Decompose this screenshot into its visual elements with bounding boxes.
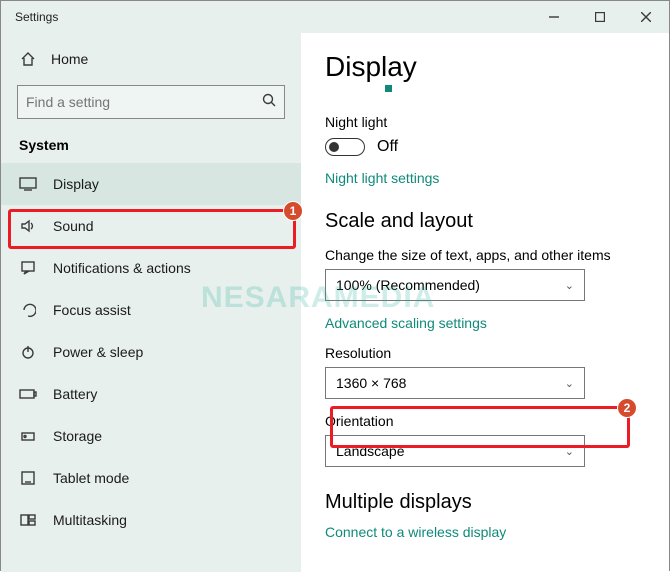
battery-icon <box>19 388 37 400</box>
search-box[interactable] <box>17 85 285 119</box>
notifications-icon <box>19 260 37 276</box>
sidebar-item-tablet-mode[interactable]: Tablet mode <box>1 457 301 499</box>
orientation-label: Orientation <box>325 413 645 429</box>
advanced-scaling-link[interactable]: Advanced scaling settings <box>325 315 645 331</box>
accent-tick <box>385 85 392 92</box>
sidebar: Home System Display Sound Notifications … <box>1 33 301 572</box>
focus-assist-icon <box>19 302 37 318</box>
sound-icon <box>19 218 37 234</box>
sidebar-item-label: Power & sleep <box>53 344 143 360</box>
titlebar: Settings <box>1 1 669 33</box>
multiple-displays-heading: Multiple displays <box>325 491 645 514</box>
wireless-display-link[interactable]: Connect to a wireless display <box>325 524 645 540</box>
resolution-label: Resolution <box>325 345 645 361</box>
annotation-badge-2: 2 <box>617 398 637 418</box>
orientation-value: Landscape <box>336 443 405 459</box>
sidebar-home[interactable]: Home <box>1 39 301 79</box>
window-title: Settings <box>1 10 531 24</box>
page-title: Display <box>325 51 645 83</box>
night-light-settings-link[interactable]: Night light settings <box>325 170 645 186</box>
orientation-dropdown[interactable]: Landscape ⌄ <box>325 435 585 467</box>
main-panel: Display Night light Off Night light sett… <box>301 33 669 572</box>
sidebar-item-label: Notifications & actions <box>53 260 191 276</box>
sidebar-item-label: Display <box>53 176 99 192</box>
power-icon <box>19 344 37 360</box>
sidebar-item-label: Multitasking <box>53 512 127 528</box>
display-icon <box>19 177 37 191</box>
home-icon <box>19 51 37 67</box>
scale-layout-heading: Scale and layout <box>325 210 645 233</box>
multitasking-icon <box>19 512 37 528</box>
night-light-label: Night light <box>325 114 645 130</box>
sidebar-item-battery[interactable]: Battery <box>1 373 301 415</box>
resolution-dropdown[interactable]: 1360 × 768 ⌄ <box>325 367 585 399</box>
scale-label: Change the size of text, apps, and other… <box>325 247 645 263</box>
sidebar-item-power-sleep[interactable]: Power & sleep <box>1 331 301 373</box>
window-controls <box>531 1 669 33</box>
sidebar-item-storage[interactable]: Storage <box>1 415 301 457</box>
sidebar-section-head: System <box>1 131 301 163</box>
chevron-down-icon: ⌄ <box>565 377 574 390</box>
search-icon <box>262 93 276 112</box>
sidebar-item-focus-assist[interactable]: Focus assist <box>1 289 301 331</box>
sidebar-item-multitasking[interactable]: Multitasking <box>1 499 301 541</box>
sidebar-item-notifications[interactable]: Notifications & actions <box>1 247 301 289</box>
chevron-down-icon: ⌄ <box>565 445 574 458</box>
storage-icon <box>19 428 37 444</box>
scale-value: 100% (Recommended) <box>336 277 480 293</box>
sidebar-item-sound[interactable]: Sound <box>1 205 301 247</box>
resolution-value: 1360 × 768 <box>336 375 406 391</box>
sidebar-item-label: Tablet mode <box>53 470 129 486</box>
annotation-badge-1: 1 <box>283 201 303 221</box>
sidebar-item-label: Sound <box>53 218 93 234</box>
tablet-icon <box>19 470 37 486</box>
sidebar-item-label: Battery <box>53 386 97 402</box>
sidebar-item-display[interactable]: Display <box>1 163 301 205</box>
night-light-toggle[interactable] <box>325 138 365 156</box>
minimize-button[interactable] <box>531 1 577 33</box>
sidebar-home-label: Home <box>51 51 88 67</box>
search-input[interactable] <box>26 94 246 110</box>
sidebar-item-label: Focus assist <box>53 302 131 318</box>
night-light-state: Off <box>377 138 398 156</box>
chevron-down-icon: ⌄ <box>565 279 574 292</box>
maximize-button[interactable] <box>577 1 623 33</box>
sidebar-item-label: Storage <box>53 428 102 444</box>
close-button[interactable] <box>623 1 669 33</box>
scale-dropdown[interactable]: 100% (Recommended) ⌄ <box>325 269 585 301</box>
